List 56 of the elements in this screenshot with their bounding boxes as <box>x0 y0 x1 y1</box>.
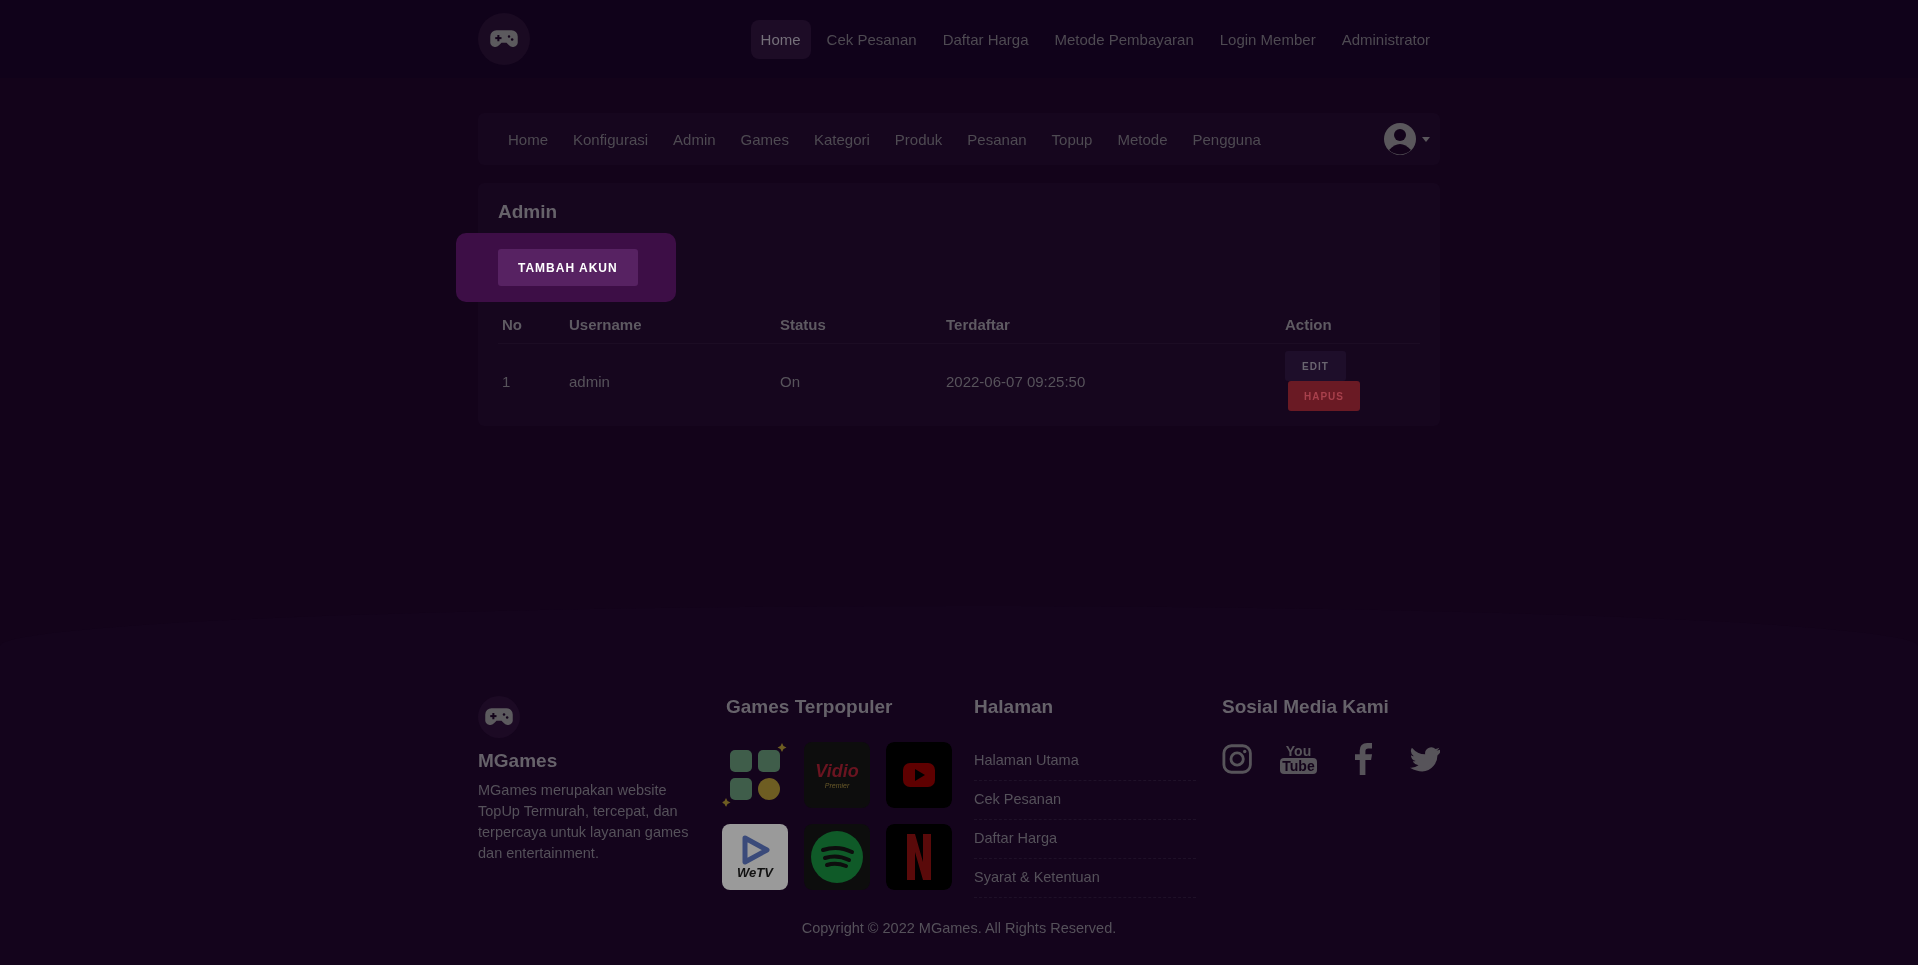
admin-nav-link[interactable]: Topup <box>1039 122 1106 156</box>
column-header: Action <box>1281 306 1420 344</box>
admin-nav-link[interactable]: Pesanan <box>955 122 1040 156</box>
column-header: Terdaftar <box>942 306 1281 344</box>
table-cell: 1 <box>498 343 565 418</box>
nav-link[interactable]: Home <box>750 19 811 59</box>
nav-link[interactable]: Administrator <box>1331 19 1440 59</box>
edit-button[interactable]: EDIT <box>1285 351 1346 381</box>
twitter-icon[interactable] <box>1409 746 1440 772</box>
nav-link[interactable]: Daftar Harga <box>932 19 1039 59</box>
card-title: Admin <box>498 201 559 223</box>
footer-link[interactable]: Halaman Utama <box>974 742 1196 781</box>
brand-description: MGames merupakan website TopUp Termurah, tercepat, dan terpercaya untuk layanan games dan entertainment. <box>478 781 690 863</box>
table-cell: admin <box>565 343 776 418</box>
admin-nav-link[interactable]: Metode <box>1105 122 1181 156</box>
admin-nav-link[interactable]: Games <box>728 122 802 156</box>
play-logo-icon <box>740 834 770 865</box>
user-avatar-icon[interactable] <box>1384 123 1416 155</box>
instagram-icon[interactable] <box>1222 743 1253 775</box>
logo-badge[interactable] <box>478 696 520 738</box>
admin-nav-link[interactable]: Home <box>496 122 561 156</box>
caret-icon[interactable] <box>1422 136 1430 142</box>
gamepad-icon <box>489 29 519 49</box>
footer-link[interactable]: Daftar Harga <box>974 820 1196 859</box>
section-heading: Sosial Media Kami <box>1222 696 1390 718</box>
wetv-app-tile[interactable]: WeTV <box>722 824 788 890</box>
delete-button[interactable]: HAPUS <box>1288 381 1360 411</box>
app-logo-text: Vidio <box>815 761 859 782</box>
admin-nav-link[interactable]: Konfigurasi <box>561 122 662 156</box>
column-header: Status <box>776 306 942 344</box>
nav-link[interactable]: Login Member <box>1209 19 1326 59</box>
table-cell: On <box>776 343 942 418</box>
logo-badge[interactable] <box>478 13 530 65</box>
gamepad-icon <box>484 707 514 727</box>
coins-app-icon[interactable] <box>722 742 788 808</box>
youtube-app-icon[interactable] <box>886 742 952 808</box>
copyright-text: Copyright © 2022 MGames. All Rights Reserved. <box>800 920 1118 936</box>
nav-link[interactable]: Cek Pesanan <box>816 19 927 59</box>
section-heading: Games Terpopuler <box>726 696 894 718</box>
admin-nav-link[interactable]: Pengguna <box>1180 122 1274 156</box>
footer-link[interactable]: Syarat & Ketentuan <box>974 859 1196 898</box>
column-header: No <box>498 306 565 344</box>
facebook-icon[interactable] <box>1354 742 1372 776</box>
nav-link[interactable]: Metode Pembayaran <box>1044 19 1204 59</box>
netflix-app-icon[interactable] <box>886 824 952 890</box>
section-heading: Halaman <box>974 696 1055 718</box>
admin-nav-link[interactable]: Produk <box>882 122 956 156</box>
footer-link[interactable]: Cek Pesanan <box>974 781 1196 820</box>
admin-nav-link[interactable]: Admin <box>661 122 729 156</box>
admin-nav-link[interactable]: Kategori <box>801 122 883 156</box>
table-cell: 2022-06-07 09:25:50 <box>942 343 1281 418</box>
brand-name: MGames <box>478 750 559 772</box>
add-account-button[interactable]: TAMBAH AKUN <box>498 249 638 286</box>
column-header: Username <box>565 306 776 344</box>
spotify-app-icon[interactable] <box>804 824 870 890</box>
app-logo-text: WeTV <box>737 864 773 880</box>
